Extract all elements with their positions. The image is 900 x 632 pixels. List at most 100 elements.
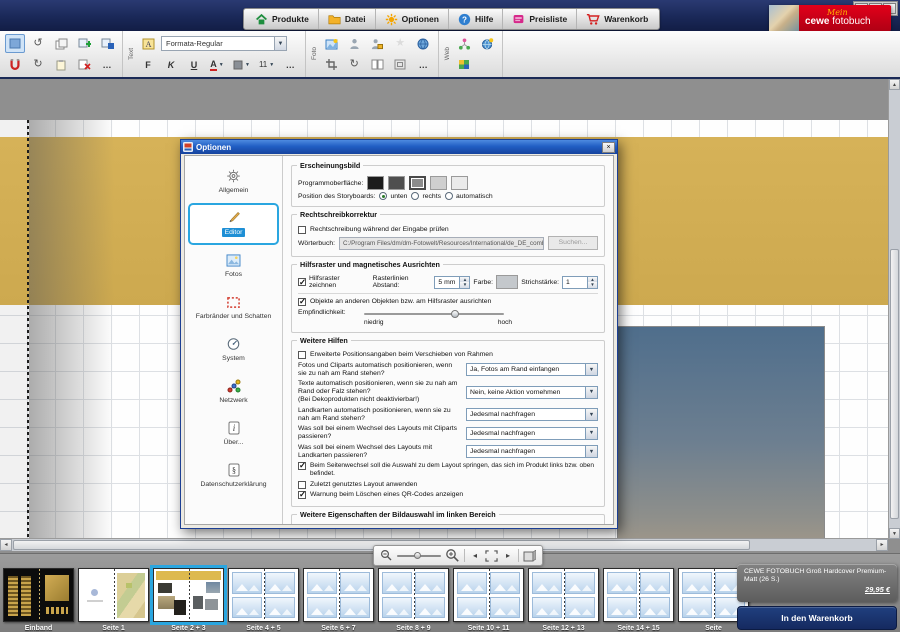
font-template-button[interactable]: A [138, 34, 158, 53]
checkbox-spellcheck[interactable]: Rechtschreibung während der Eingabe prüf… [298, 226, 598, 234]
sidebar-item-fotos[interactable]: Fotos [188, 245, 279, 287]
sidebar-item-ueber[interactable]: i Über... [188, 413, 279, 455]
previous-page-button[interactable]: ◂ [469, 548, 481, 563]
puzzle-button[interactable] [454, 55, 474, 74]
zoom-slider[interactable] [397, 555, 441, 557]
scroll-down-button[interactable]: ▼ [889, 528, 900, 539]
star-button[interactable]: ★ [390, 34, 410, 53]
sidebar-item-datenschutz[interactable]: § Datenschutzerklärung [188, 455, 279, 497]
web-globe-button[interactable] [477, 34, 497, 53]
sensitivity-slider-handle[interactable] [451, 310, 459, 318]
sidebar-item-farbraender[interactable]: Farbränder und Schatten [188, 287, 279, 329]
vertical-scroll-handle[interactable] [890, 249, 899, 519]
zoom-out-icon[interactable] [380, 548, 393, 563]
more-text-button[interactable]: … [280, 55, 300, 74]
redo-button[interactable]: ↻ [28, 55, 48, 74]
thumbnail-einband[interactable]: Einband [3, 568, 74, 632]
radio-rechts[interactable]: rechts [411, 192, 441, 200]
menu-preisliste[interactable]: Preisliste [503, 9, 577, 29]
menu-optionen[interactable]: Optionen [376, 9, 449, 29]
thumbnail-seite-14-15[interactable]: Seite 14 + 15 [603, 568, 674, 632]
grid-color-button[interactable] [496, 275, 518, 289]
menu-datei[interactable]: Datei [319, 9, 376, 29]
surface-swatch-3-selected[interactable] [409, 176, 426, 190]
photo-world-button[interactable] [413, 34, 433, 53]
sky-photo-object[interactable] [618, 327, 824, 538]
home-icon [255, 13, 268, 26]
zoom-in-icon[interactable] [445, 548, 460, 563]
italic-button[interactable]: K [161, 55, 181, 74]
select-tool-button[interactable] [5, 34, 25, 53]
checkbox-qr-warning[interactable]: Warnung beim Löschen eines QR-Codes anze… [298, 491, 598, 499]
font-color-button[interactable]: A▼ [207, 55, 227, 74]
surface-swatch-4[interactable] [430, 176, 447, 190]
vertical-scrollbar[interactable]: ▲ ▼ [888, 79, 900, 539]
zoom-slider-handle[interactable] [414, 552, 421, 559]
thumbnail-seite-4-5[interactable]: Seite 4 + 5 [228, 568, 299, 632]
surface-swatch-2[interactable] [388, 176, 405, 190]
surface-swatch-5[interactable] [451, 176, 468, 190]
dialog-close-button[interactable]: × [602, 142, 615, 153]
rotate-left-button[interactable]: ↺ [28, 34, 48, 53]
frame-button[interactable] [390, 55, 410, 74]
sidebar-item-editor[interactable]: Editor [188, 203, 279, 245]
bold-button[interactable]: F [138, 55, 158, 74]
grid-spacing-spinner[interactable]: 5 mm▲▼ [434, 276, 470, 289]
thumbnail-seite-2-3[interactable]: Seite 2 + 3 [153, 568, 224, 632]
checkbox-last-layout[interactable]: Zuletzt genutztes Layout anwenden [298, 481, 598, 489]
family-tree-button[interactable] [454, 34, 474, 53]
checkbox-extended-positions[interactable]: Erweiterte Positionsangaben beim Verschi… [298, 351, 598, 359]
scroll-up-button[interactable]: ▲ [889, 79, 900, 90]
person-lock-button[interactable] [367, 34, 387, 53]
font-size-select[interactable]: 11▼ [256, 55, 277, 74]
checkbox-draw-grid[interactable] [298, 278, 306, 286]
underline-button[interactable]: U [184, 55, 204, 74]
menu-produkte[interactable]: Produkte [246, 9, 319, 29]
checkbox-snap-objects[interactable]: Objekte an anderen Objekten bzw. am Hilf… [298, 298, 598, 306]
dropdown-layout-cliparts[interactable]: Jedesmal nachfragen▼ [466, 427, 598, 440]
magnet-button[interactable] [5, 55, 25, 74]
dropdown-fotos-positionieren[interactable]: Ja, Fotos am Rand einfangen▼ [466, 363, 598, 376]
thumbnail-seite-10-11[interactable]: Seite 10 + 11 [453, 568, 524, 632]
checkbox-pagejump[interactable]: Beim Seitenwechsel soll die Auswahl zu d… [298, 462, 598, 478]
copy-save-button[interactable] [97, 34, 117, 53]
sensitivity-slider[interactable] [364, 313, 504, 315]
radio-automatisch[interactable]: automatisch [445, 192, 493, 200]
sidebar-item-system[interactable]: System [188, 329, 279, 371]
dropdown-landkarten-positionieren[interactable]: Jedesmal nachfragen▼ [466, 408, 598, 421]
add-photo-button[interactable] [321, 34, 341, 53]
person-button[interactable] [344, 34, 364, 53]
scroll-right-button[interactable]: ▸ [876, 539, 888, 551]
crop-button[interactable] [321, 55, 341, 74]
font-family-select[interactable]: Formata-Regular ▼ [161, 36, 287, 51]
menu-hilfe[interactable]: ? Hilfe [449, 9, 503, 29]
grid-stroke-spinner[interactable]: 1▲▼ [562, 276, 598, 289]
thumbnail-seite-1[interactable]: Seite 1 [78, 568, 149, 632]
columns-button[interactable] [367, 55, 387, 74]
delete-page-button[interactable] [74, 55, 94, 74]
more-edit-button[interactable]: … [97, 55, 117, 74]
dropdown-layout-landkarten[interactable]: Jedesmal nachfragen▼ [466, 445, 598, 458]
menu-warenkorb[interactable]: Warenkorb [577, 9, 657, 29]
duplicate-page-button[interactable] [51, 34, 71, 53]
dropdown-texte-positionieren[interactable]: Nein, keine Aktion vornehmen▼ [466, 386, 598, 399]
copy-add-button[interactable] [74, 34, 94, 53]
sidebar-item-netzwerk[interactable]: Netzwerk [188, 371, 279, 413]
next-page-button[interactable]: ▸ [502, 548, 514, 563]
scroll-left-button[interactable]: ◂ [0, 539, 12, 551]
add-to-cart-button[interactable]: In den Warenkorb [737, 606, 897, 630]
spinner-arrows[interactable]: ▲▼ [459, 277, 469, 288]
spinner-arrows[interactable]: ▲▼ [587, 277, 597, 288]
thumbnail-seite-12-13[interactable]: Seite 12 + 13 [528, 568, 599, 632]
fit-view-button[interactable] [485, 548, 498, 563]
surface-swatch-1[interactable] [367, 176, 384, 190]
thumbnail-seite-6-7[interactable]: Seite 6 + 7 [303, 568, 374, 632]
spread-view-button[interactable] [523, 548, 536, 563]
fill-color-button[interactable]: ▼ [230, 55, 253, 74]
radio-unten[interactable]: unten [379, 192, 407, 200]
sidebar-item-allgemein[interactable]: Allgemein [188, 161, 279, 203]
thumbnail-seite-8-9[interactable]: Seite 8 + 9 [378, 568, 449, 632]
rotate-photo-button[interactable]: ↻ [344, 55, 364, 74]
more-foto-button[interactable]: … [413, 55, 433, 74]
paste-button[interactable] [51, 55, 71, 74]
